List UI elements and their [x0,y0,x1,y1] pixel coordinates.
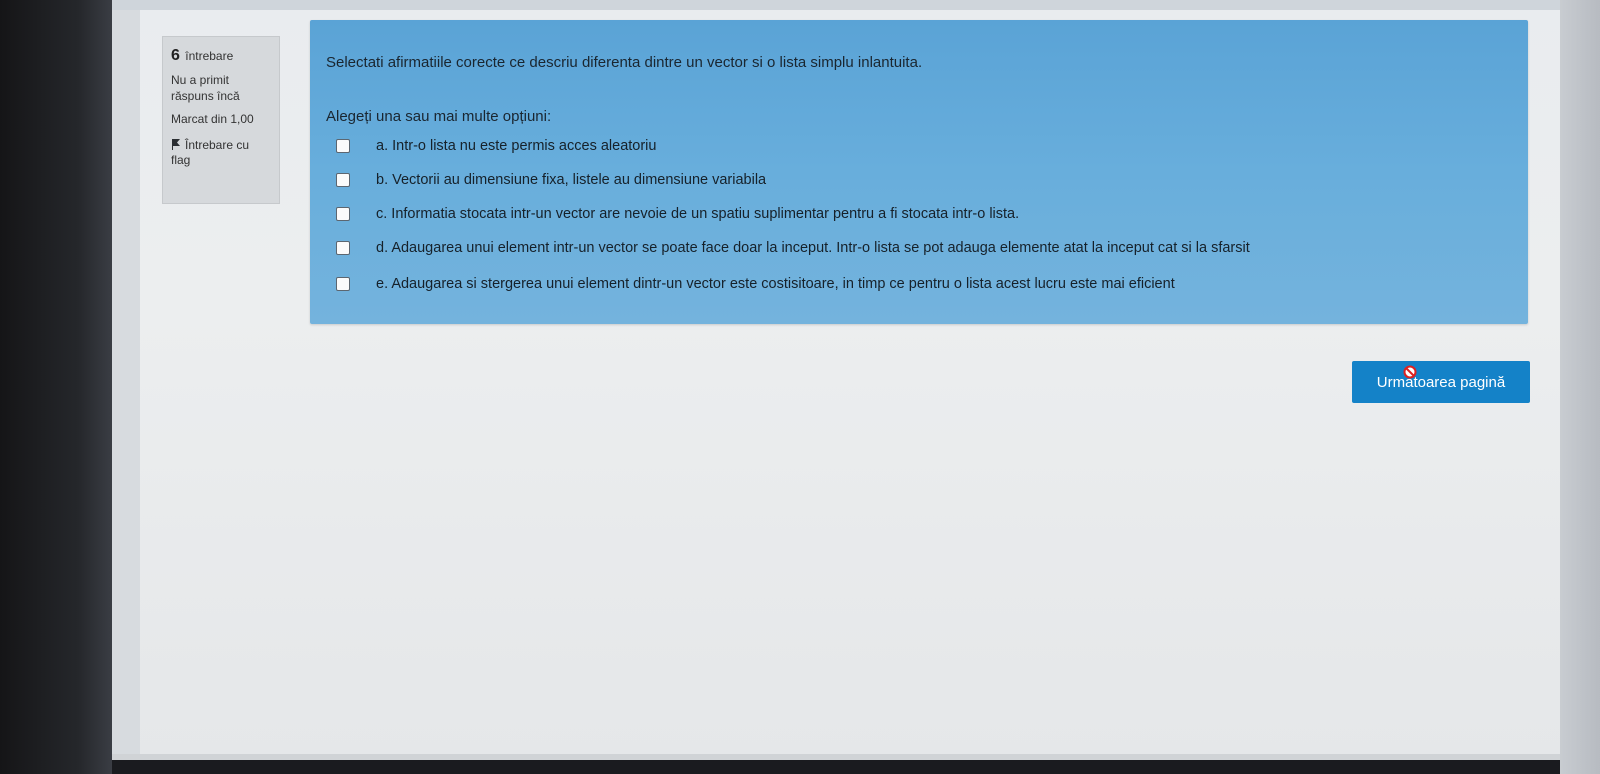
question-grade: Marcat din 1,00 [171,112,254,127]
question-text: Selectati afirmatiile corecte ce descriu… [326,54,923,71]
option-e-checkbox[interactable] [336,277,350,291]
option-c[interactable]: c. Informatia stocata intr-un vector are… [336,204,1019,224]
option-a[interactable]: a. Intr-o lista nu este permis acces ale… [336,136,656,156]
option-a-checkbox[interactable] [336,139,350,153]
not-allowed-cursor-icon [1403,365,1417,379]
flag-label: Întrebare cu flag [171,137,250,168]
option-c-checkbox[interactable] [336,207,350,221]
monitor-bezel-left [0,0,112,774]
next-page-button[interactable]: Următoarea pagină [1352,361,1530,403]
question-header: 6 întrebare [171,47,271,65]
answer-prompt: Alegeți una sau mai multe opțiuni: [326,108,552,125]
question-info-box: 6 întrebare Nu a primit răspuns încă Mar… [162,36,280,204]
left-strip [112,10,140,760]
option-e[interactable]: e. Adaugarea si stergerea unui element d… [336,274,1175,294]
top-bar [112,0,1560,10]
screen-bottom-edge [112,754,1560,760]
option-a-label: a. Intr-o lista nu este permis acces ale… [376,138,657,154]
question-panel: Selectati afirmatiile corecte ce descriu… [310,20,1528,324]
option-d[interactable]: d. Adaugarea unui element intr-un vector… [336,238,1250,258]
monitor-bezel-right [1560,0,1600,774]
question-number: 6 [171,47,180,64]
option-d-label: d. Adaugarea unui element intr-un vector… [376,240,1250,256]
screen: 6 întrebare Nu a primit răspuns încă Mar… [112,0,1560,760]
option-c-label: c. Informatia stocata intr-un vector are… [376,206,1020,222]
option-e-label: e. Adaugarea si stergerea unui element d… [376,276,1175,292]
option-b-label: b. Vectorii au dimensiune fixa, listele … [376,172,767,188]
option-b[interactable]: b. Vectorii au dimensiune fixa, listele … [336,170,766,190]
question-status: Nu a primit răspuns încă [171,73,240,103]
option-b-checkbox[interactable] [336,173,350,187]
question-word: întrebare [185,49,234,63]
flag-question-toggle[interactable]: Întrebare cu flag [171,138,271,169]
flag-icon [171,138,181,150]
option-d-checkbox[interactable] [336,241,350,255]
